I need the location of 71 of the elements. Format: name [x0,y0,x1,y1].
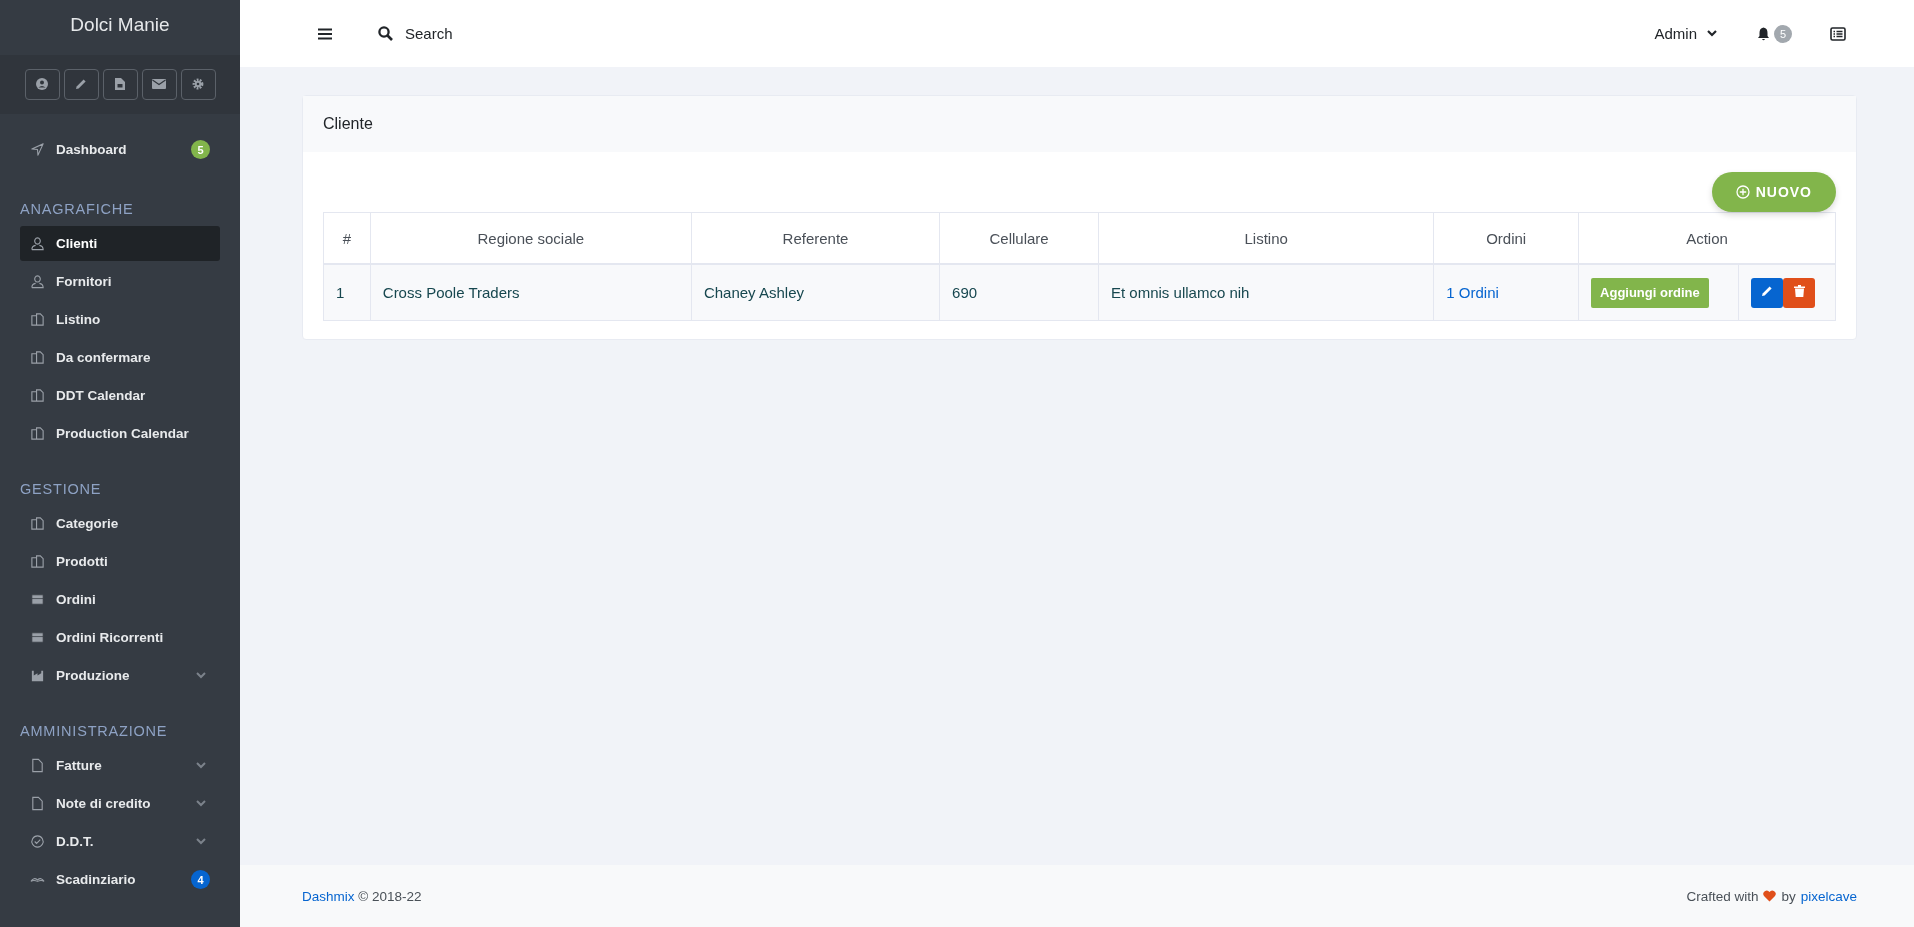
pencil-icon [1761,285,1774,297]
notification-count: 5 [1774,24,1792,43]
search-icon [378,26,393,41]
menu-icon [318,27,332,40]
file-icon [30,758,45,773]
pencil-icon [75,78,87,91]
sidebar-item[interactable]: Listino [20,302,220,337]
orders-link[interactable]: 1 Ordini [1446,284,1499,301]
document-button[interactable] [102,68,138,100]
settings-icon [192,78,204,91]
copy-icon [30,426,45,441]
count-badge: 5 [191,140,210,159]
list-icon [1830,26,1846,41]
copy-icon [30,516,45,531]
bell-icon [1757,26,1770,41]
factory-icon [30,668,45,683]
copy-icon [30,312,45,327]
copyright-text: © 2018-22 [358,888,422,904]
envelope-icon [152,79,166,90]
edit-button[interactable] [63,68,99,100]
settings-button[interactable] [180,68,216,100]
file-icon [30,796,45,811]
edit-button[interactable] [1751,277,1784,308]
section-heading: ANAGRAFICHE [20,201,135,219]
table-cell: 1 [323,264,371,321]
card-title: Cliente [323,115,373,133]
table-cell: Chaney Ashley [691,264,940,321]
heart-icon [1763,890,1777,902]
user-dropdown[interactable]: Admin [1648,24,1723,43]
sidebar-item[interactable]: DDT Calendar [20,378,220,413]
sidebar-item[interactable]: D.D.T. [20,824,220,859]
credit-text: by [1781,888,1796,904]
plus-circle-icon [1735,185,1750,199]
credit-text: Crafted with [1686,888,1759,904]
sidebar-item[interactable]: Fornitori [20,264,220,299]
sidebar-item[interactable]: Da confermare [20,340,220,375]
trash-icon [1793,285,1805,297]
sidebar-item[interactable]: Prodotti [20,544,220,579]
paper-plane-icon [30,142,45,157]
section-heading: GESTIONE [20,481,103,499]
search-button[interactable]: Search [372,24,459,43]
count-badge: 4 [191,870,210,889]
sidebar-item[interactable]: Ordini [20,582,220,617]
table-cell: Cross Poole Traders [370,264,692,321]
box-icon [30,592,45,607]
sidebar-item[interactable]: Ordini Ricorrenti [20,620,220,655]
table-cell: 690 [939,264,1099,321]
user-icon [30,236,45,251]
sidebar-item[interactable]: Fatture [20,748,220,783]
copy-icon [30,388,45,403]
copy-icon [30,554,45,569]
profile-button[interactable] [24,68,60,100]
mail-button[interactable] [141,68,177,100]
sidebar-item[interactable]: Scadinziario 4 [20,862,220,897]
file-icon [115,78,125,91]
sidebar-item[interactable]: Produzione [20,658,220,693]
box-icon [30,630,45,645]
table-cell: Et omnis ullamco nih [1098,264,1434,321]
user-circle-icon [36,78,48,91]
user-icon [30,274,45,289]
chevron-down-icon [1707,30,1717,37]
footer-link[interactable]: pixelcave [1800,888,1857,904]
sidebar-item[interactable]: Clienti [20,226,220,261]
sidebar-item[interactable]: Dashboard 5 [20,132,220,167]
section-heading: AMMINISTRAZIONE [20,723,169,741]
sidebar-item[interactable]: Production Calendar [20,416,220,451]
sidebar-item[interactable]: Note di credito [20,786,220,821]
footer-link[interactable]: Dashmix [302,888,355,904]
copy-icon [30,350,45,365]
delete-button[interactable] [1783,277,1816,308]
sidebar-item[interactable]: Categorie [20,506,220,541]
